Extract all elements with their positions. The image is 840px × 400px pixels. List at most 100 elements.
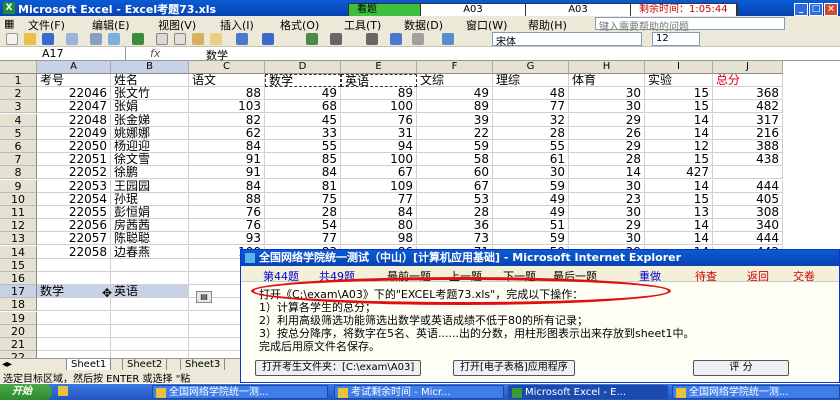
chart-wizard-icon[interactable]: [390, 33, 402, 45]
print-preview-icon[interactable]: [108, 33, 120, 45]
cell[interactable]: 31: [341, 126, 417, 140]
cell[interactable]: 22046: [37, 87, 111, 101]
header-cell[interactable]: 体育: [569, 74, 645, 87]
row-header[interactable]: 6: [0, 140, 37, 153]
cell[interactable]: 100: [341, 100, 417, 114]
paste-icon[interactable]: [192, 33, 204, 45]
header-cell[interactable]: 英语: [341, 74, 417, 87]
select-all-corner[interactable]: [0, 61, 37, 74]
header-cell[interactable]: 实验: [645, 74, 713, 87]
cell[interactable]: 73: [417, 232, 493, 246]
cell[interactable]: 26: [569, 126, 645, 140]
cell[interactable]: 30: [493, 166, 569, 180]
cell[interactable]: 94: [341, 140, 417, 153]
cell[interactable]: 张娟: [111, 100, 189, 114]
cell[interactable]: 93: [189, 232, 265, 246]
cell[interactable]: 67: [417, 179, 493, 193]
cell[interactable]: 28: [265, 206, 341, 219]
cell[interactable]: 32: [493, 113, 569, 127]
font-name-select[interactable]: 宋体: [492, 32, 642, 48]
cell[interactable]: 14: [645, 179, 713, 193]
cell[interactable]: 28: [569, 153, 645, 167]
start-button[interactable]: 开始: [0, 384, 52, 400]
cell[interactable]: 61: [493, 153, 569, 167]
cell[interactable]: 84: [189, 179, 265, 193]
cell[interactable]: 15: [645, 100, 713, 114]
cell[interactable]: 29: [569, 113, 645, 127]
menu-icon[interactable]: ▦: [4, 17, 14, 30]
copy-icon[interactable]: [174, 33, 186, 45]
cell[interactable]: 81: [265, 179, 341, 193]
cell[interactable]: 29: [569, 140, 645, 153]
col-header-b[interactable]: B: [111, 61, 189, 74]
tab-scroll-icon[interactable]: ◂▸: [2, 359, 12, 370]
cell[interactable]: 30: [569, 232, 645, 246]
header-cell[interactable]: 语文: [189, 74, 265, 87]
row-header[interactable]: 14: [0, 245, 37, 259]
cell[interactable]: 14: [645, 126, 713, 140]
paste-options-icon[interactable]: ▤: [196, 291, 212, 303]
quicklaunch-icon[interactable]: [58, 386, 68, 396]
minimize-button[interactable]: _: [794, 3, 808, 16]
maximize-button[interactable]: □: [809, 3, 823, 16]
cell[interactable]: [37, 338, 111, 351]
cell[interactable]: [111, 324, 189, 338]
cell[interactable]: [111, 338, 189, 351]
cell[interactable]: 88: [189, 192, 265, 206]
cell[interactable]: 22055: [37, 206, 111, 219]
cell[interactable]: 22047: [37, 100, 111, 114]
grade-button[interactable]: 评 分: [693, 360, 789, 376]
cell[interactable]: [37, 258, 111, 272]
cell[interactable]: 89: [341, 87, 417, 101]
cell[interactable]: [111, 298, 189, 312]
header-cell[interactable]: 理综: [493, 74, 569, 87]
cell[interactable]: 91: [189, 166, 265, 180]
cell[interactable]: 45: [265, 113, 341, 127]
header-cell[interactable]: 考号: [37, 74, 111, 87]
cell[interactable]: 22053: [37, 179, 111, 193]
cell[interactable]: 68: [265, 100, 341, 114]
col-header-d[interactable]: D: [265, 61, 341, 74]
cell[interactable]: 房茜茜: [111, 219, 189, 233]
cell[interactable]: 22050: [37, 140, 111, 153]
header-cell[interactable]: 数学: [265, 74, 341, 87]
cell[interactable]: 91: [189, 153, 265, 167]
cell[interactable]: 62: [189, 126, 265, 140]
cell[interactable]: 76: [189, 206, 265, 219]
cell[interactable]: 陈聪聪: [111, 232, 189, 246]
row-header[interactable]: 17: [0, 285, 37, 299]
cell[interactable]: 14: [569, 166, 645, 180]
cell[interactable]: 55: [493, 140, 569, 153]
cell[interactable]: 67: [341, 166, 417, 180]
row-header[interactable]: 2: [0, 87, 37, 101]
help-search-input[interactable]: 键入需要帮助的问题: [595, 17, 785, 33]
exam-mode-label[interactable]: 看题: [349, 4, 421, 16]
cell[interactable]: 徐文雪: [111, 153, 189, 167]
cell[interactable]: 15: [645, 87, 713, 101]
cell[interactable]: 28: [417, 206, 493, 219]
cell[interactable]: 14: [645, 232, 713, 246]
save-icon[interactable]: [42, 33, 54, 45]
row-header[interactable]: 12: [0, 219, 37, 233]
cell[interactable]: [111, 272, 189, 285]
help-icon[interactable]: [442, 33, 454, 45]
cell[interactable]: 55: [265, 140, 341, 153]
cell[interactable]: 49: [417, 87, 493, 101]
cell[interactable]: 59: [493, 179, 569, 193]
cell[interactable]: [713, 166, 783, 180]
fx-icon[interactable]: fx: [150, 47, 160, 60]
cell[interactable]: 徐鹏: [111, 166, 189, 180]
header-cell[interactable]: 姓名: [111, 74, 189, 87]
cell[interactable]: 30: [569, 87, 645, 101]
cell[interactable]: 30: [569, 206, 645, 219]
hyperlink-icon[interactable]: [306, 33, 318, 45]
cell[interactable]: 53: [417, 192, 493, 206]
cell[interactable]: 22048: [37, 113, 111, 127]
row-header[interactable]: 16: [0, 272, 37, 285]
row-header[interactable]: 15: [0, 258, 37, 272]
cut-icon[interactable]: [156, 33, 168, 45]
criteria-cell-english[interactable]: 英语: [111, 285, 189, 299]
cell[interactable]: [37, 272, 111, 285]
cell[interactable]: 13: [645, 206, 713, 219]
cell[interactable]: 58: [417, 153, 493, 167]
